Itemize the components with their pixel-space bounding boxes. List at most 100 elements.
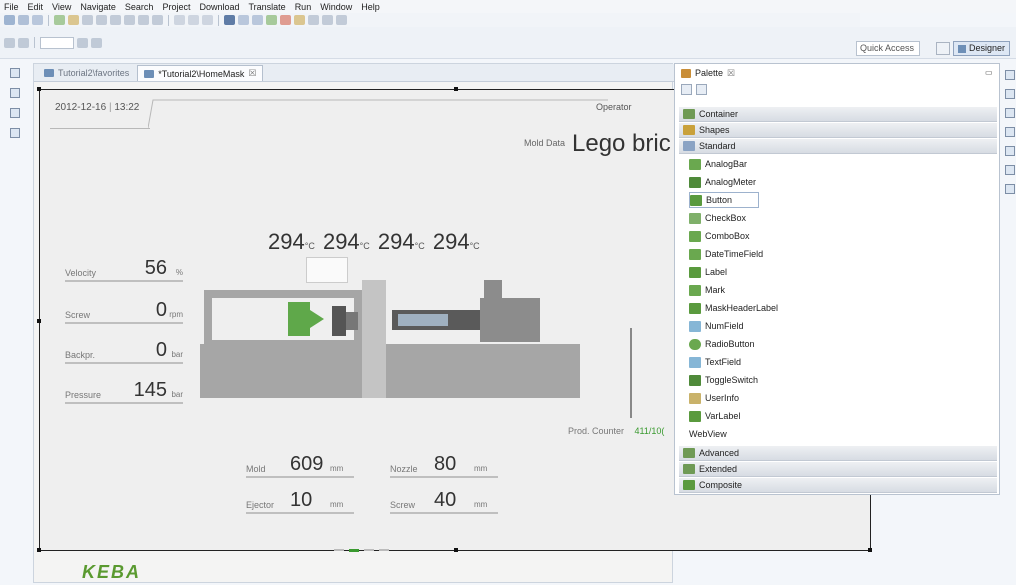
designer-perspective-button[interactable]: Designer <box>953 41 1011 56</box>
velocity-field[interactable]: Velocity 56 % <box>65 257 183 282</box>
align-top-icon[interactable] <box>124 15 135 25</box>
resize-handle[interactable] <box>454 548 458 552</box>
drawer-shapes[interactable]: Shapes <box>679 123 997 138</box>
palette-item-analogmeter[interactable]: AnalogMeter <box>689 174 849 190</box>
menu-edit[interactable]: Edit <box>28 2 44 12</box>
menu-help[interactable]: Help <box>361 2 380 12</box>
palette-view-icon[interactable] <box>1004 165 1015 175</box>
screw-position-field[interactable]: Screw 40 mm <box>390 489 498 514</box>
palette-item-button[interactable]: Button <box>689 192 759 208</box>
tasks-icon[interactable] <box>1004 108 1015 118</box>
drawer-composite[interactable]: Composite <box>679 478 997 493</box>
align-middle-icon[interactable] <box>138 15 149 25</box>
zoom-icon[interactable] <box>238 15 249 25</box>
resize-handle[interactable] <box>37 548 41 552</box>
properties-icon[interactable] <box>1004 89 1015 99</box>
drawer-advanced[interactable]: Advanced <box>679 446 997 461</box>
run-icon[interactable] <box>266 15 277 25</box>
color-icon[interactable] <box>77 37 88 48</box>
layout-icon[interactable] <box>224 15 235 25</box>
drawer-standard[interactable]: Standard <box>679 139 997 154</box>
save-icon[interactable] <box>18 15 29 25</box>
forward-icon[interactable] <box>336 15 347 25</box>
palette-item-radiobutton[interactable]: RadioButton <box>689 336 849 352</box>
align-right-icon[interactable] <box>110 15 121 25</box>
mold-position-field[interactable]: Mold 609 mm <box>246 453 354 478</box>
palette-item-maskheaderlabel[interactable]: MaskHeaderLabel <box>689 300 849 316</box>
palette-item-checkbox[interactable]: CheckBox <box>689 210 849 226</box>
palette-item-textfield[interactable]: TextField <box>689 354 849 370</box>
menu-file[interactable]: File <box>4 2 19 12</box>
stop-icon[interactable] <box>280 15 291 25</box>
palette-item-varlabel[interactable]: VarLabel <box>689 408 849 424</box>
close-icon[interactable]: ☒ <box>727 68 735 79</box>
restore-icon[interactable] <box>1004 146 1015 156</box>
menu-download[interactable]: Download <box>199 2 239 12</box>
resize-handle[interactable] <box>37 87 41 91</box>
palette-item-label[interactable]: Label <box>689 264 849 280</box>
palette-item-toggleswitch[interactable]: ToggleSwitch <box>689 372 849 388</box>
palette-item-userinfo[interactable]: UserInfo <box>689 390 849 406</box>
page-dot-active[interactable] <box>349 549 359 552</box>
variables-icon[interactable] <box>1004 184 1015 194</box>
menu-run[interactable]: Run <box>295 2 312 12</box>
menu-translate[interactable]: Translate <box>249 2 286 12</box>
grid-icon[interactable] <box>202 15 213 25</box>
console-icon[interactable] <box>1004 127 1015 137</box>
page-dot[interactable] <box>364 549 374 551</box>
menu-window[interactable]: Window <box>320 2 352 12</box>
align-left-icon[interactable] <box>82 15 93 25</box>
restore-icon[interactable] <box>10 108 20 118</box>
page-dot[interactable] <box>379 549 389 551</box>
deploy-icon[interactable] <box>294 15 305 25</box>
font-icon[interactable] <box>4 37 15 48</box>
menu-search[interactable]: Search <box>125 2 154 12</box>
screw-speed-field[interactable]: Screw 0 rpm <box>65 299 183 324</box>
select-tool-icon[interactable] <box>681 84 692 95</box>
resize-handle[interactable] <box>868 548 872 552</box>
tab-homemask[interactable]: *Tutorial2\HomeMask ☒ <box>137 65 264 81</box>
ejector-position-field[interactable]: Ejector 10 mm <box>246 489 354 514</box>
palette-item-numfield[interactable]: NumField <box>689 318 849 334</box>
close-icon[interactable]: ☒ <box>248 68 256 79</box>
pressure-field[interactable]: Pressure 145 bar <box>65 379 183 404</box>
new-icon[interactable] <box>4 15 15 25</box>
build-icon[interactable] <box>54 15 65 25</box>
debug-icon[interactable] <box>68 15 79 25</box>
menu-project[interactable]: Project <box>162 2 190 12</box>
palette-item-combobox[interactable]: ComboBox <box>689 228 849 244</box>
drawer-extended[interactable]: Extended <box>679 462 997 477</box>
external-tools-icon[interactable] <box>308 15 319 25</box>
menu-navigate[interactable]: Navigate <box>80 2 116 12</box>
align-bottom-icon[interactable] <box>152 15 163 25</box>
nozzle-position-field[interactable]: Nozzle 80 mm <box>390 453 498 478</box>
palette-item-mark[interactable]: Mark <box>689 282 849 298</box>
palette-item-datetimefield[interactable]: DateTimeField <box>689 246 849 262</box>
outline-icon[interactable] <box>10 128 20 138</box>
underline-icon[interactable] <box>91 37 102 48</box>
backpressure-field[interactable]: Backpr. 0 bar <box>65 339 183 364</box>
resize-handle[interactable] <box>454 87 458 91</box>
size-icon[interactable] <box>188 15 199 25</box>
palette-item-analogbar[interactable]: AnalogBar <box>689 156 849 172</box>
resize-handle[interactable] <box>37 319 41 323</box>
project-explorer-icon[interactable] <box>10 88 20 98</box>
back-icon[interactable] <box>322 15 333 25</box>
menu-view[interactable]: View <box>52 2 71 12</box>
print-icon[interactable] <box>32 15 43 25</box>
snap-icon[interactable] <box>252 15 263 25</box>
minimize-icon[interactable]: ▭ <box>985 68 993 77</box>
tab-favorites[interactable]: Tutorial2\favorites <box>38 65 135 81</box>
page-dot[interactable] <box>334 549 344 551</box>
align-center-icon[interactable] <box>96 15 107 25</box>
open-perspective-icon[interactable] <box>936 42 950 55</box>
restore-icon[interactable] <box>10 68 20 78</box>
distribute-icon[interactable] <box>174 15 185 25</box>
marquee-tool-icon[interactable] <box>696 84 707 95</box>
drawer-container[interactable]: Container <box>679 107 997 122</box>
quick-access-field[interactable]: Quick Access <box>856 41 920 56</box>
restore-icon[interactable] <box>1004 70 1015 80</box>
font-size-combo[interactable] <box>40 36 74 49</box>
palette-item-webview[interactable]: WebView <box>689 426 849 442</box>
bold-icon[interactable] <box>18 37 29 48</box>
